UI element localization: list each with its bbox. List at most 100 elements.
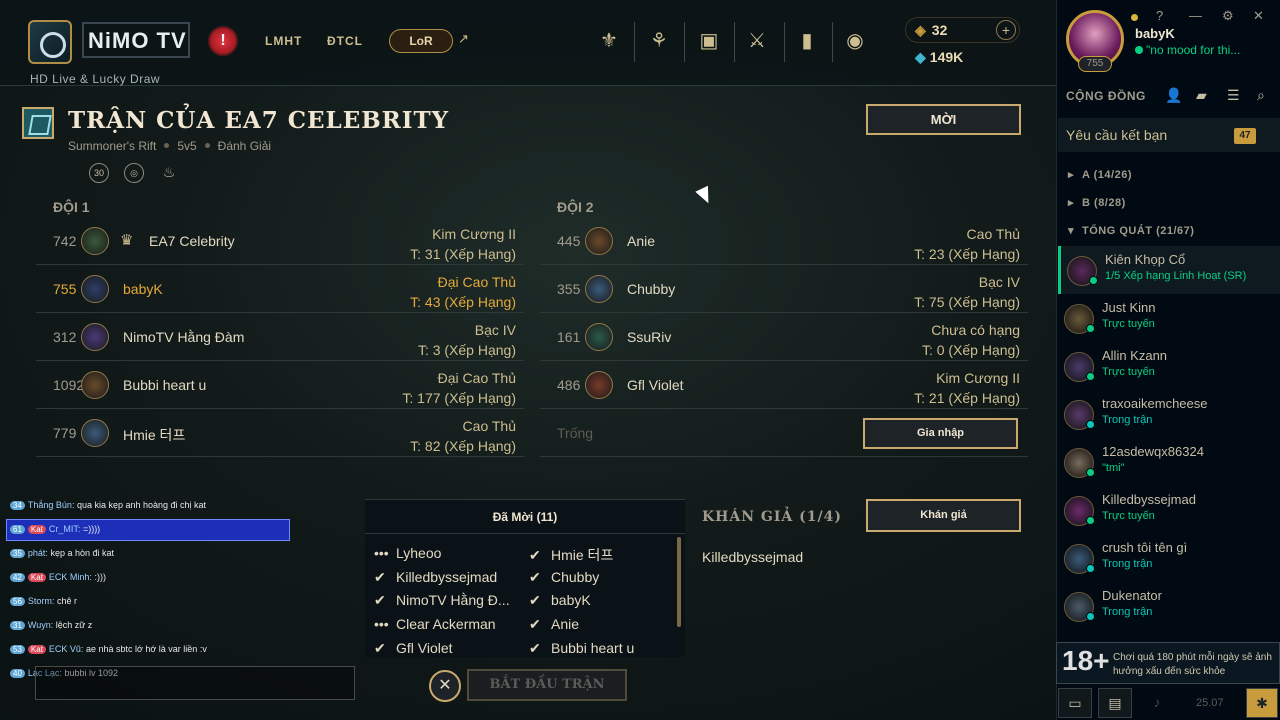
friend-item[interactable]: Allin Kzann Trực tuyến [1058, 342, 1280, 390]
group-general[interactable]: ▾ TỔNG QUÁT (21/67) [1068, 224, 1194, 237]
player-level: 1092 [53, 377, 85, 393]
player-avatar[interactable] [585, 323, 613, 351]
invited-title: Đã Mời (11) [365, 500, 685, 534]
player-row[interactable]: 779 Hmie 터프 Cao Thủ T: 82 (Xếp Hạng) [36, 409, 524, 457]
nav-dtcl[interactable]: ĐTCL [327, 34, 363, 48]
start-match-button[interactable]: BẮT ĐẦU TRẬN [467, 669, 627, 701]
player-name[interactable]: NimoTV Hằng Đàm [123, 329, 244, 345]
chat-username[interactable]: ECK Vũ: [49, 644, 84, 654]
invited-scrollbar[interactable] [677, 537, 681, 627]
store-icon[interactable]: ◉ [842, 28, 868, 54]
collection-icon[interactable]: ▣ [696, 28, 722, 54]
player-row[interactable]: 445 Anie Cao Thủ T: 23 (Xếp Hạng) [540, 217, 1028, 265]
chat-username[interactable]: ECK Minh: [49, 572, 92, 582]
chat-message: 31 Wuyn: lệch zữ z [10, 620, 92, 630]
player-row[interactable]: 161 SsuRiv Chưa có hạng T: 0 (Xếp Hạng) [540, 313, 1028, 361]
player-avatar[interactable] [585, 275, 613, 303]
friend-status: Trực tuyến [1102, 318, 1155, 330]
alert-icon[interactable]: ! [208, 26, 238, 56]
chat-username[interactable]: Storm: [28, 596, 55, 606]
chat-icon[interactable]: ▭ [1058, 688, 1092, 718]
join-button[interactable]: Gia nhập [863, 418, 1018, 449]
friend-requests[interactable]: Yêu cầu kết bạn 47 [1058, 118, 1280, 152]
checkmark-icon: ✔ [374, 592, 386, 609]
player-name[interactable]: Hmie 터프 [123, 425, 185, 445]
player-name[interactable]: Chubby [627, 281, 675, 297]
player-row[interactable]: 742 ♛ EA7 Celebrity Kim Cương II T: 31 (Xếp … [36, 217, 524, 265]
friend-item[interactable]: crush tôi tên gì Trong trận [1058, 534, 1280, 582]
player-avatar[interactable] [81, 371, 109, 399]
checkmark-icon: ✔ [374, 639, 386, 656]
invited-player: ••• Lyheoo [374, 545, 441, 561]
chat-tag-badge: Kat [27, 573, 46, 582]
checkmark-icon: ✔ [529, 639, 541, 656]
lor-button[interactable]: LoR [389, 29, 453, 53]
buy-rp-button[interactable]: + [996, 20, 1016, 40]
nav-lmht[interactable]: LMHT [265, 34, 302, 48]
player-name[interactable]: Bubbi heart u [123, 377, 206, 393]
chat-username[interactable]: phát: [28, 548, 48, 558]
spectate-button[interactable]: Khán giả [866, 499, 1021, 532]
player-avatar[interactable] [585, 371, 613, 399]
player-name[interactable]: EA7 Celebrity [149, 233, 235, 249]
missions-icon[interactable]: ▤ [1098, 688, 1132, 718]
loot-icon[interactable]: ⚘ [646, 28, 672, 54]
clash-icon[interactable]: ⚔ [744, 28, 770, 54]
add-friend-icon[interactable]: 👤 [1165, 87, 1182, 104]
settings-icon[interactable]: ⚙ [1222, 8, 1234, 24]
help-icon[interactable]: ? [1156, 8, 1163, 23]
tft-icon[interactable]: ⚜ [596, 28, 622, 54]
chat-input[interactable] [35, 666, 355, 700]
friend-item[interactable]: 12asdewqx86324 "tmi" [1058, 438, 1280, 486]
riot-points: ◈ 32 [915, 22, 947, 39]
chat-text: qua kia kẹp anh hoàng đi chị kat [76, 500, 207, 510]
profile-status[interactable]: "no mood for thi... [1135, 43, 1250, 57]
age-warning-text: Chơi quá 180 phút mỗi ngày sẽ ảnh hưởng … [1113, 652, 1272, 677]
invited-name: NimoTV Hằng Đ... [396, 592, 510, 609]
add-folder-icon[interactable]: ▰ [1196, 87, 1207, 104]
list-icon[interactable]: ☰ [1227, 87, 1240, 104]
player-row[interactable]: 755 babyK Đại Cao Thủ T: 43 (Xếp Hạng) [36, 265, 524, 313]
divider [734, 22, 735, 62]
player-avatar[interactable] [81, 275, 109, 303]
player-name[interactable]: babyK [123, 281, 163, 297]
player-name[interactable]: Anie [627, 233, 655, 249]
player-avatar[interactable] [81, 227, 109, 255]
player-row[interactable]: 312 NimoTV Hằng Đàm Bạc IV T: 3 (Xếp Hạng) [36, 313, 524, 361]
player-avatar[interactable] [81, 323, 109, 351]
divider [784, 22, 785, 62]
close-icon[interactable]: ✕ [1253, 8, 1264, 24]
chat-username[interactable]: Thắng Bún: [28, 500, 75, 510]
group-b[interactable]: ▸ B (8/28) [1068, 196, 1126, 209]
quests-icon[interactable]: ▮ [794, 28, 820, 54]
player-row[interactable]: 486 Gfl Violet Kim Cương II T: 21 (Xếp Hạng… [540, 361, 1028, 409]
search-icon[interactable]: ⌕ [1257, 87, 1265, 104]
friend-name: traxoaikemcheese [1102, 396, 1208, 411]
rank-tier: T: 0 (Xếp Hạng) [921, 342, 1020, 358]
divider [832, 22, 833, 62]
bug-report-icon[interactable]: ✱ [1246, 688, 1278, 718]
friend-item[interactable]: Just Kinn Trực tuyến [1058, 294, 1280, 342]
friend-item[interactable]: Kiên Khọp Cổ 1/5 Xếp hạng Linh Hoạt (SR) [1058, 246, 1280, 294]
player-name[interactable]: SsuRiv [627, 329, 671, 345]
group-a[interactable]: ▸ A (14/26) [1068, 168, 1132, 181]
chat-username[interactable]: Wuyn: [28, 620, 53, 630]
friend-item[interactable]: traxoaikemcheese Trong trận [1058, 390, 1280, 438]
player-level: 486 [557, 377, 581, 393]
close-icon[interactable]: ✕ [429, 670, 461, 702]
voice-icon[interactable]: ♪ [1140, 688, 1174, 718]
invite-button[interactable]: MỜI [866, 104, 1021, 135]
player-avatar[interactable] [585, 227, 613, 255]
player-row[interactable]: 1092 Bubbi heart u Đại Cao Thủ T: 177 (Xếp … [36, 361, 524, 409]
chat-level-badge: 53 [10, 645, 25, 654]
chat-username[interactable]: Cr_MIT: [49, 524, 81, 534]
player-avatar[interactable] [81, 419, 109, 447]
chat-message: 34 Thắng Bún: qua kia kẹp anh hoàng đi ch… [10, 500, 206, 510]
be-value: 149K [929, 49, 964, 65]
minimize-icon[interactable]: — [1189, 8, 1202, 23]
player-name[interactable]: Gfl Violet [627, 377, 684, 393]
chat-message: 61 Kat Cr_MIT: =)))) [10, 524, 100, 534]
player-row[interactable]: 355 Chubby Bạc IV T: 75 (Xếp Hạng) [540, 265, 1028, 313]
friend-item[interactable]: Killedbyssejmad Trực tuyến [1058, 486, 1280, 534]
friend-item[interactable]: Dukenator Trong trận [1058, 582, 1280, 630]
